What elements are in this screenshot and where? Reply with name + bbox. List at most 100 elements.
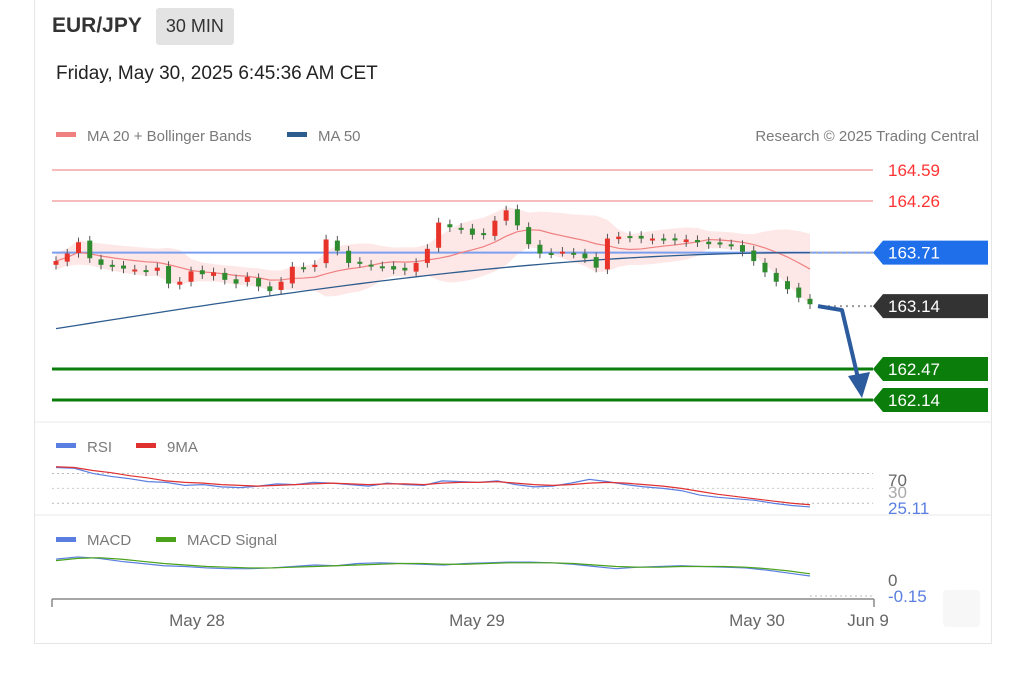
candle-body <box>582 253 588 259</box>
candle-body <box>53 261 59 265</box>
forecast-arrow-line <box>817 304 860 379</box>
candle-body <box>143 270 149 273</box>
candle-body <box>514 209 520 226</box>
candle <box>323 234 329 268</box>
legend-rsi-ma-label: 9MA <box>167 439 198 456</box>
candle-body <box>548 252 554 255</box>
legend-macd-swatch <box>56 537 76 542</box>
candle-body <box>424 248 430 263</box>
candle-body <box>604 238 610 270</box>
candle-body <box>694 240 700 243</box>
candle-body <box>649 238 655 241</box>
candle-body <box>166 265 172 284</box>
candle-body <box>706 241 712 245</box>
candle-body <box>436 222 442 248</box>
candle-body <box>98 259 104 265</box>
bollinger-band <box>56 207 810 305</box>
candle-body <box>199 270 205 275</box>
legend-ma20-swatch <box>56 132 76 137</box>
candle-body <box>177 281 183 285</box>
candle <box>604 233 610 275</box>
support-label-2: 162.14 <box>873 388 988 412</box>
x-tick-label: May 30 <box>729 611 785 630</box>
candle-body <box>739 245 745 252</box>
candle-body <box>526 227 532 245</box>
x-axis: May 28 May 29 May 30 Jun 9 <box>51 598 889 630</box>
support-label-1-text: 162.47 <box>888 360 940 379</box>
candle-body <box>413 262 419 272</box>
x-tick-label: May 28 <box>169 611 225 630</box>
candle-body <box>593 257 599 268</box>
candle-body <box>222 272 228 280</box>
candle-body <box>728 244 734 247</box>
settings-button[interactable] <box>943 590 980 627</box>
candle-body <box>717 242 723 245</box>
candle-body <box>661 238 667 241</box>
candle-body <box>503 210 509 221</box>
resistance-label-2: 164.26 <box>888 192 940 211</box>
candle-body <box>683 239 689 243</box>
candle-body <box>616 236 622 240</box>
legend-rsi-ma-swatch <box>136 443 156 448</box>
candle-body <box>323 239 329 264</box>
candle-body <box>638 235 644 239</box>
legend-ma50-label: MA 50 <box>318 128 361 145</box>
level-lines <box>52 169 873 402</box>
candle-body <box>571 252 577 255</box>
rsi-current-label: 25.11 <box>888 499 929 518</box>
candle-body <box>121 265 127 269</box>
candle-body <box>481 233 487 236</box>
candle-body <box>132 269 138 272</box>
forecast-arrow <box>817 304 870 398</box>
resistance-label-1: 164.59 <box>888 161 940 180</box>
candle-body <box>402 267 408 271</box>
current-price-label-text: 163.14 <box>888 297 940 316</box>
candle-body <box>762 262 768 273</box>
pivot-label-text: 163.71 <box>888 244 940 263</box>
candle-body <box>672 238 678 241</box>
legend-ma50-swatch <box>287 132 307 137</box>
credit-text: Research © 2025 Trading Central <box>755 128 979 145</box>
candle-body <box>469 228 475 235</box>
candle-body <box>233 279 239 284</box>
candle-body <box>109 264 115 267</box>
candle-body <box>458 227 464 230</box>
candle-body <box>537 244 543 254</box>
candle-body <box>211 272 217 276</box>
candle-body <box>751 250 757 262</box>
legend-rsi-swatch <box>56 443 76 448</box>
candle-body <box>784 281 790 290</box>
candle-body <box>64 253 70 262</box>
candle-body <box>278 281 284 290</box>
candle-body <box>244 277 250 282</box>
candle-body <box>256 278 262 287</box>
support-label-2-text: 162.14 <box>888 391 940 410</box>
pivot-label: 163.71 <box>873 240 988 265</box>
candle-body <box>357 261 363 264</box>
level-labels: 164.59 164.26 163.71 163.14 162.47 162.14 <box>873 161 988 412</box>
current-price-label: 163.14 <box>873 294 988 319</box>
candle-body <box>334 240 340 251</box>
rsi-panel: 703025.11 <box>52 466 929 518</box>
candle-body <box>379 266 385 269</box>
candle-body <box>807 298 813 305</box>
legend-macd-signal-label: MACD Signal <box>187 532 277 549</box>
chart-canvas: MA 20 + Bollinger Bands MA 50 Research ©… <box>35 128 992 630</box>
candle-body <box>312 264 318 268</box>
legend-ma20-label: MA 20 + Bollinger Bands <box>87 128 252 145</box>
candle-body <box>267 286 273 292</box>
candle-body <box>627 236 633 239</box>
candle-body <box>796 287 802 298</box>
candle-body <box>76 242 82 253</box>
candle-body <box>391 266 397 270</box>
candle-body <box>492 220 498 236</box>
x-tick-label: May 29 <box>449 611 505 630</box>
forecast-arrow-head <box>848 372 870 398</box>
candle-body <box>87 240 93 259</box>
candle-body <box>154 267 160 271</box>
candle-body <box>346 250 352 263</box>
legend-macd-signal-swatch <box>156 537 176 542</box>
candle-body <box>559 251 565 254</box>
rsi-ma-line <box>55 466 811 506</box>
candle-body <box>301 267 307 270</box>
